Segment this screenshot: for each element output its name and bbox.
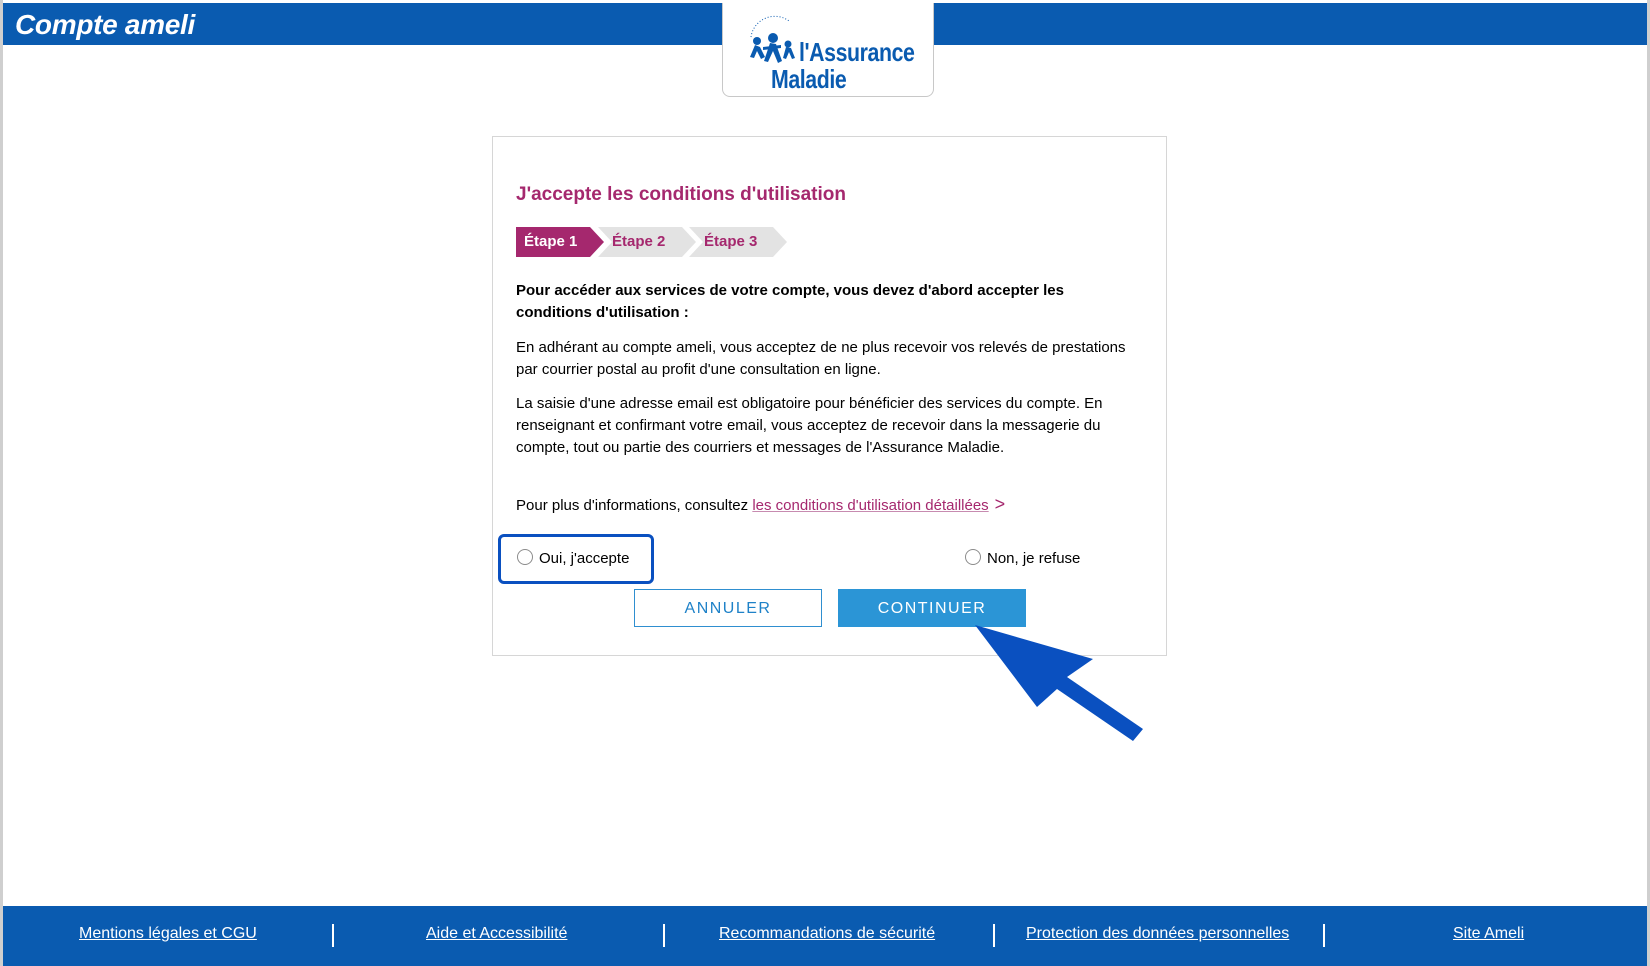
refuse-radio-button[interactable] <box>965 549 981 566</box>
step-progress: Étape 1 Étape 2 Étape 3 <box>516 227 787 257</box>
detailed-terms-link[interactable]: les conditions d'utilisation détaillées <box>752 497 988 514</box>
refuse-label: Non, je refuse <box>987 550 1081 567</box>
cancel-button[interactable]: ANNULER <box>634 589 822 627</box>
continue-button[interactable]: CONTINUER <box>838 589 1026 627</box>
more-info-prefix: Pour plus d'informations, consultez <box>516 497 753 514</box>
annotation-arrow-icon <box>975 625 1143 741</box>
accept-radio-button[interactable] <box>517 549 533 566</box>
more-info-line: Pour plus d'informations, consultez les … <box>516 493 1136 517</box>
assurance-maladie-logo[interactable]: l'Assurance Maladie <box>722 3 934 97</box>
footer-link-security[interactable]: Recommandations de sécurité <box>719 925 935 943</box>
step-1-active: Étape 1 <box>516 227 604 257</box>
step-2: Étape 2 <box>598 227 696 257</box>
intro-text: Pour accéder aux services de votre compt… <box>516 282 1064 321</box>
footer-divider <box>332 924 334 947</box>
accept-label: Oui, j'accepte <box>539 550 630 567</box>
page-title: J'accepte les conditions d'utilisation <box>516 184 846 205</box>
accept-radio-option[interactable]: Oui, j'accepte <box>498 534 654 584</box>
paragraph-paper-statements: En adhérant au compte ameli, vous accept… <box>516 339 1126 378</box>
refuse-radio-option[interactable]: Non, je refuse <box>965 539 1080 579</box>
footer: Mentions légales et CGU Aide et Accessib… <box>3 906 1647 966</box>
footer-link-legal[interactable]: Mentions légales et CGU <box>79 925 257 943</box>
footer-link-ameli-site[interactable]: Site Ameli <box>1453 925 1524 943</box>
footer-divider <box>993 924 995 947</box>
step-3: Étape 3 <box>689 227 787 257</box>
chevron-right-icon[interactable]: > <box>995 494 1006 514</box>
footer-link-privacy[interactable]: Protection des données personnelles <box>1026 925 1289 943</box>
footer-link-help[interactable]: Aide et Accessibilité <box>426 925 567 943</box>
app-title: Compte ameli <box>15 9 195 40</box>
paragraph-email-required: La saisie d'une adresse email est obliga… <box>516 395 1103 456</box>
terms-card: J'accepte les conditions d'utilisation É… <box>492 136 1167 656</box>
footer-divider <box>663 924 665 947</box>
footer-divider <box>1323 924 1325 947</box>
logo-text-line2: Maladie <box>771 64 847 94</box>
